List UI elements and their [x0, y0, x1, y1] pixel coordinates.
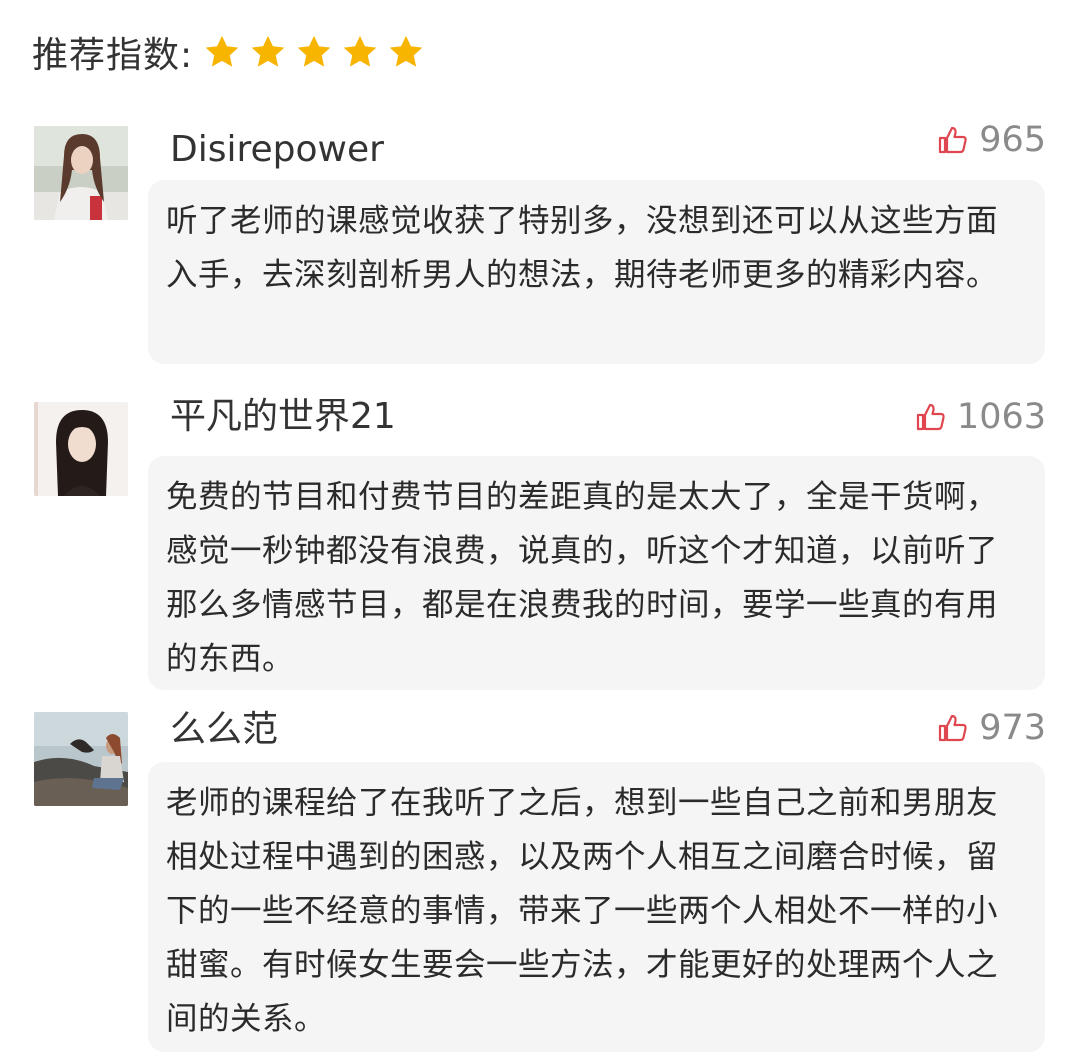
avatar[interactable]: [34, 712, 128, 806]
username[interactable]: Disirepower: [170, 126, 384, 174]
like-count: 973: [979, 708, 1046, 748]
star-icon: [249, 33, 287, 71]
star-icon: [203, 33, 241, 71]
thumbs-up-icon: [937, 124, 969, 156]
like-button[interactable]: 1063: [915, 395, 1046, 439]
rating-stars: [203, 33, 433, 71]
comment-text: 老师的课程给了在我听了之后，想到一些自己之前和男朋友相处过程中遇到的困惑，以及两…: [148, 762, 1045, 1052]
avatar[interactable]: [34, 126, 128, 220]
thumbs-up-icon: [937, 712, 969, 744]
avatar[interactable]: [34, 402, 128, 496]
like-count: 965: [979, 120, 1046, 160]
rating-label: 推荐指数:: [32, 35, 194, 76]
username[interactable]: 么么范: [170, 706, 278, 754]
comment-text: 免费的节目和付费节目的差距真的是太大了，全是干货啊，感觉一秒钟都没有浪费，说真的…: [148, 456, 1045, 690]
comment-text: 听了老师的课感觉收获了特别多，没想到还可以从这些方面入手，去深刻剖析男人的想法，…: [148, 180, 1045, 364]
star-icon: [387, 33, 425, 71]
like-count: 1063: [956, 397, 1046, 437]
thumbs-up-icon: [915, 401, 947, 433]
like-button[interactable]: 973: [937, 706, 1046, 750]
username[interactable]: 平凡的世界21: [170, 393, 396, 441]
star-icon: [295, 33, 333, 71]
star-icon: [341, 33, 379, 71]
recommendation-rating: 推荐指数:: [32, 24, 433, 80]
like-button[interactable]: 965: [937, 118, 1046, 162]
